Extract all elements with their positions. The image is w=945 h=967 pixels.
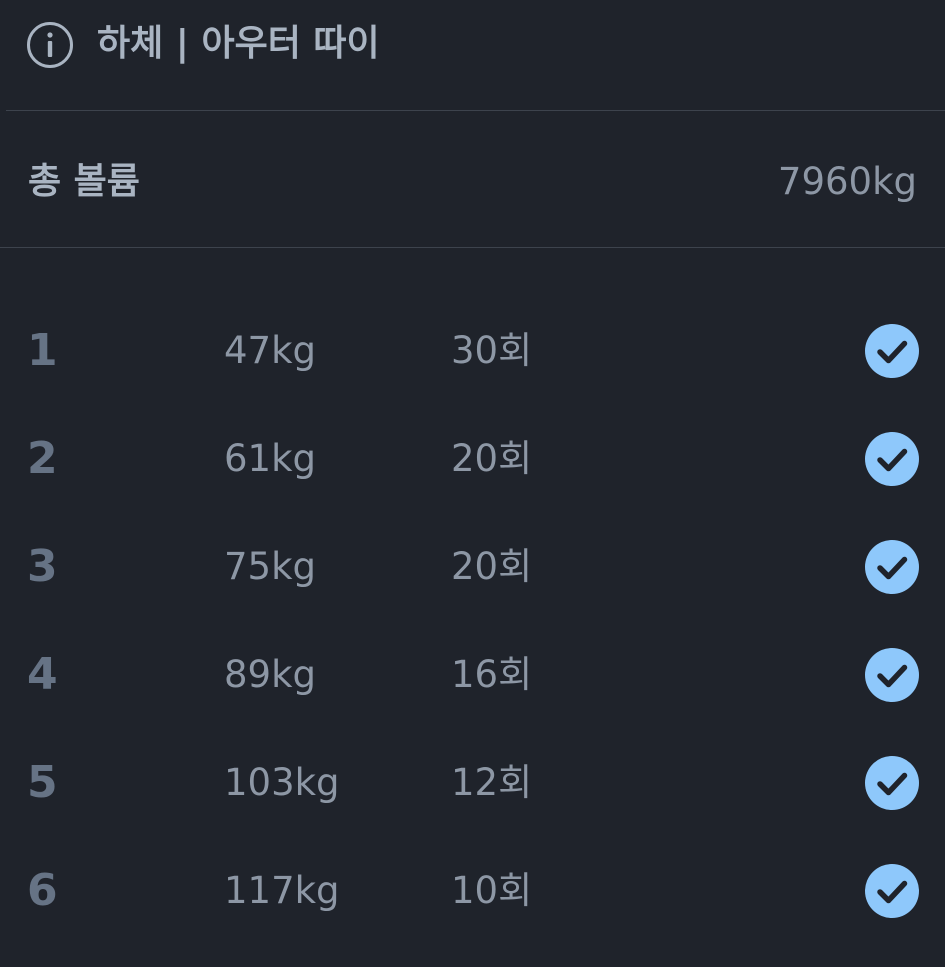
set-number: 6 (27, 865, 58, 916)
set-row: 5 103kg 12회 (0, 729, 945, 837)
check-circle-icon[interactable] (865, 756, 919, 810)
set-row: 2 61kg 20회 (0, 405, 945, 513)
set-reps[interactable]: 20회 (451, 543, 532, 591)
set-reps[interactable]: 30회 (451, 327, 532, 375)
set-number: 2 (27, 433, 58, 484)
set-weight[interactable]: 61kg (224, 435, 316, 483)
set-row: 3 75kg 20회 (0, 513, 945, 621)
set-row: 6 117kg 10회 (0, 837, 945, 945)
set-reps[interactable]: 10회 (451, 867, 532, 915)
set-weight[interactable]: 117kg (224, 867, 340, 915)
set-number: 3 (27, 541, 58, 592)
header-divider (6, 110, 945, 111)
set-number: 4 (27, 649, 58, 700)
total-volume-value: 7960kg (777, 160, 917, 203)
set-weight[interactable]: 47kg (224, 327, 316, 375)
set-row: 1 47kg 30회 (0, 297, 945, 405)
check-circle-icon[interactable] (865, 432, 919, 486)
check-circle-icon[interactable] (865, 540, 919, 594)
total-volume-label: 총 볼륨 (28, 161, 140, 202)
set-reps[interactable]: 20회 (451, 435, 532, 483)
set-row: 4 89kg 16회 (0, 621, 945, 729)
set-weight[interactable]: 75kg (224, 543, 316, 591)
volume-divider (0, 247, 945, 248)
set-reps[interactable]: 16회 (451, 651, 532, 699)
set-weight[interactable]: 103kg (224, 759, 340, 807)
exercise-header: 하체 | 아우터 따이 (0, 0, 945, 110)
set-reps[interactable]: 12회 (451, 759, 532, 807)
check-circle-icon[interactable] (865, 864, 919, 918)
set-number: 5 (27, 757, 58, 808)
workout-detail-screen: 하체 | 아우터 따이 총 볼륨 7960kg 1 47kg 30회 2 61k… (0, 0, 945, 967)
set-weight[interactable]: 89kg (224, 651, 316, 699)
check-circle-icon[interactable] (865, 324, 919, 378)
exercise-title: 하체 | 아우터 따이 (97, 23, 380, 64)
check-circle-icon[interactable] (865, 648, 919, 702)
info-icon[interactable] (26, 21, 74, 69)
set-number: 1 (27, 325, 58, 376)
set-list: 1 47kg 30회 2 61kg 20회 3 75kg 20회 4 89kg … (0, 297, 945, 945)
